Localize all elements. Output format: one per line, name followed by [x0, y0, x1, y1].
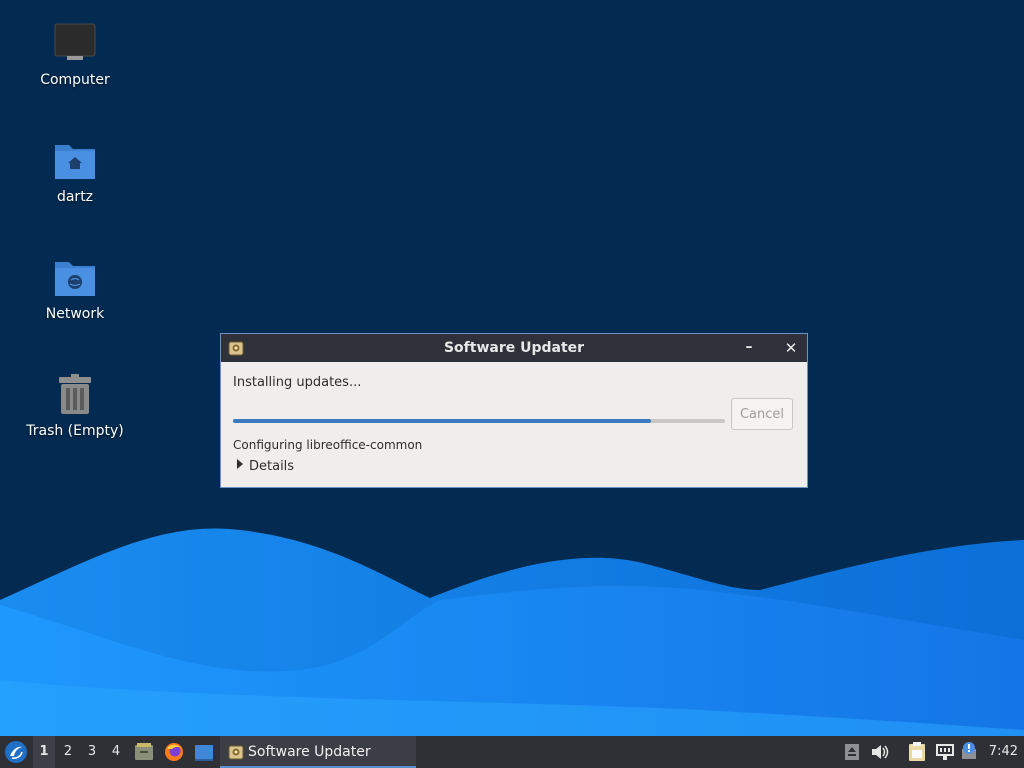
tray-update-notifier[interactable]: [960, 736, 980, 768]
eject-icon: [845, 744, 859, 760]
tray-eject[interactable]: [843, 736, 861, 768]
desktop-icon-network[interactable]: Network: [15, 256, 135, 322]
desktop-icon-label: Trash (Empty): [26, 423, 124, 439]
file-manager-launcher[interactable]: [133, 736, 155, 768]
workspace-1[interactable]: 1: [33, 736, 55, 768]
details-label: Details: [249, 459, 295, 474]
workspace-2[interactable]: 2: [57, 736, 79, 768]
software-updater-dialog: Software Updater – ✕ Installing updates.…: [220, 333, 808, 488]
taskbar: 1 2 3 4 Software Updater 7:42: [0, 736, 1024, 768]
close-button[interactable]: ✕: [781, 334, 801, 362]
install-detail-text: Configuring libreoffice-common: [233, 438, 423, 452]
firefox-icon: [165, 743, 183, 761]
firefox-launcher[interactable]: [163, 736, 185, 768]
software-updater-icon: [228, 745, 244, 760]
desktop-icon-computer[interactable]: Computer: [15, 22, 135, 88]
desktop-icon-trash[interactable]: Trash (Empty): [15, 373, 135, 439]
details-expander[interactable]: Details: [237, 459, 294, 474]
home-folder-icon: [53, 139, 97, 183]
install-status-text: Installing updates...: [233, 375, 362, 390]
desktop-icon: [195, 745, 213, 761]
network-folder-icon: [53, 256, 97, 300]
tray-clipboard[interactable]: [907, 736, 927, 768]
expander-arrow-icon: [237, 459, 243, 469]
show-desktop-button[interactable]: [193, 736, 215, 768]
tray-volume[interactable]: [870, 736, 890, 768]
clock[interactable]: 7:42: [989, 736, 1018, 768]
install-progress-fill: [233, 419, 652, 423]
desktop-icon-label: Computer: [40, 72, 110, 88]
cancel-button[interactable]: Cancel: [731, 398, 793, 430]
desktop-icon-label: dartz: [56, 189, 94, 205]
task-label: Software Updater: [248, 744, 371, 760]
task-software-updater[interactable]: Software Updater: [220, 736, 416, 768]
dialog-body: Installing updates... Cancel Configuring…: [221, 362, 807, 487]
dialog-titlebar[interactable]: Software Updater – ✕: [221, 334, 807, 362]
workspace-3[interactable]: 3: [81, 736, 103, 768]
clipboard-icon: [909, 742, 925, 761]
desktop-icon-label: Network: [45, 306, 105, 322]
lubuntu-logo-icon: [5, 741, 27, 763]
volume-icon: [872, 745, 889, 759]
trash-icon: [53, 373, 97, 417]
start-menu-button[interactable]: [2, 736, 30, 768]
workspace-4[interactable]: 4: [105, 736, 127, 768]
tray-network[interactable]: [934, 736, 956, 768]
software-updater-icon: [228, 341, 244, 356]
update-notifier-icon: [962, 742, 976, 759]
dialog-title: Software Updater: [443, 340, 585, 356]
computer-icon: [53, 22, 97, 66]
file-manager-icon: [135, 743, 153, 760]
network-wired-icon: [936, 744, 954, 760]
desktop-icon-dartz[interactable]: dartz: [15, 139, 135, 205]
install-progress-bar: [233, 419, 725, 423]
minimize-button[interactable]: –: [739, 334, 759, 362]
